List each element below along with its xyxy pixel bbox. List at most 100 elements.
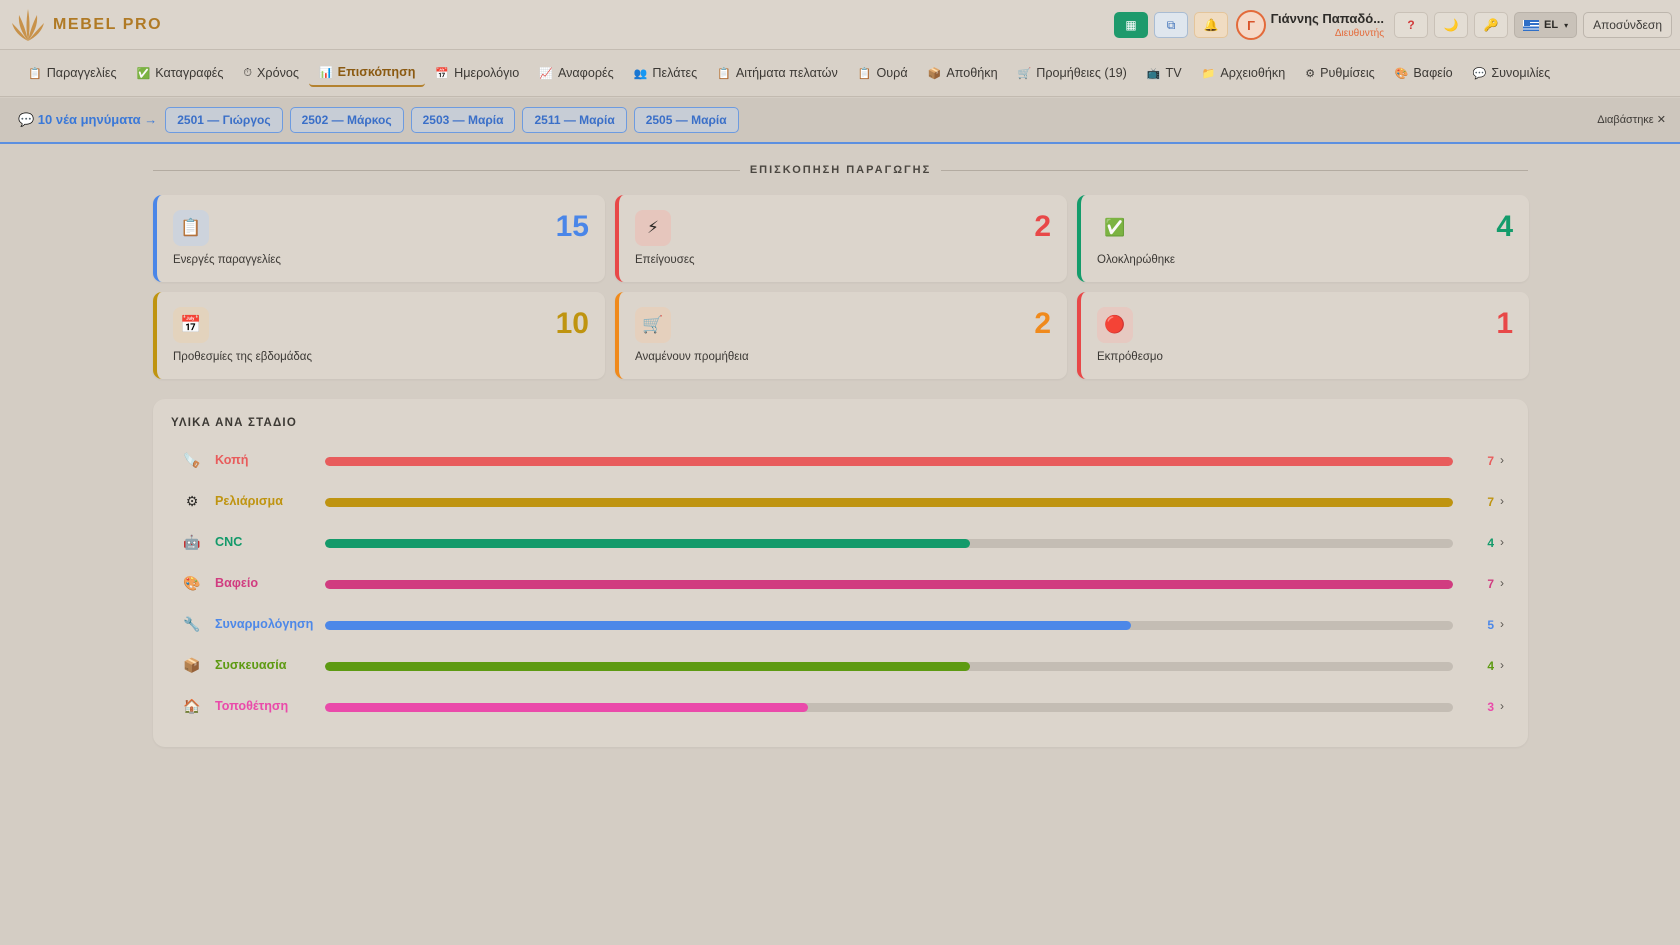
stat-cards: 📋 15 Ενεργές παραγγελίες ⚡ 2 Επείγουσες ✅ 4 Ολοκ…: [153, 195, 1529, 379]
message-chip[interactable]: 2505 — Μαρία: [633, 107, 739, 133]
stat-card-icon: 📅: [173, 307, 209, 343]
nav-item[interactable]: 📋 Αιτήματα πελατών: [707, 59, 848, 87]
stat-card-label: Εκπρόθεσμο: [1097, 351, 1163, 363]
nav-item[interactable]: 📦 Αποθήκη: [918, 59, 1008, 87]
nav-item-icon: 🎨: [1394, 67, 1409, 80]
stat-card[interactable]: 🔴 1 Εκπρόθεσμο: [1077, 292, 1529, 379]
nav-item[interactable]: 👥 Πελάτες: [624, 59, 707, 87]
nav-item[interactable]: 🎨 Βαφείο: [1385, 59, 1463, 87]
stat-card-value: 4: [1496, 210, 1513, 243]
message-chip[interactable]: 2502 — Μάρκος: [289, 107, 404, 133]
language-select[interactable]: EL ▾: [1514, 12, 1578, 38]
language-code: EL: [1544, 19, 1559, 31]
stat-card-value: 1: [1496, 307, 1513, 340]
stage-row[interactable]: 🏠 Τοποθέτηση 3 ›: [153, 697, 1528, 717]
nav-item-label: Καταγραφές: [155, 66, 224, 80]
nav-item-label: Αρχειοθήκη: [1220, 66, 1286, 80]
nav-item[interactable]: ⚙ Ρυθμίσεις: [1295, 59, 1384, 87]
stage-progress-track: [325, 580, 1453, 589]
stat-card-icon: ⚡: [635, 210, 671, 246]
stat-card-value: 10: [555, 307, 589, 340]
nav-item[interactable]: 🛒 Προμήθειες (19): [1008, 59, 1137, 87]
stage-name: Κοπή: [215, 453, 249, 467]
stage-row[interactable]: 📦 Συσκευασία 4 ›: [153, 656, 1528, 676]
chevron-right-icon[interactable]: ›: [1500, 453, 1504, 467]
nav-item-label: Βαφείο: [1413, 66, 1453, 80]
nav-item[interactable]: 📊 Επισκόπηση: [308, 59, 426, 87]
stat-card-icon: 🔴: [1097, 307, 1133, 343]
notifications-button[interactable]: 🔔: [1194, 12, 1229, 38]
stage-progress-fill: [325, 457, 1453, 466]
stage-count: 7: [1487, 495, 1494, 509]
stage-row[interactable]: 🔧 Συναρμολόγηση 5 ›: [153, 615, 1528, 635]
stage-name: Τοποθέτηση: [215, 699, 289, 713]
moon-icon: 🌙: [1443, 18, 1459, 32]
message-chip[interactable]: 2501 — Γιώργος: [165, 107, 283, 133]
chevron-right-icon[interactable]: ›: [1500, 617, 1504, 631]
stage-count: 4: [1487, 536, 1494, 550]
nav-item-label: Αιτήματα πελατών: [735, 66, 838, 80]
nav-item-icon: 📁: [1201, 67, 1216, 80]
nav-item-label: Ουρά: [876, 66, 908, 80]
new-messages-link[interactable]: 💬 10 νέα μηνύματα →: [18, 112, 157, 128]
stat-card[interactable]: 📋 15 Ενεργές παραγγελίες: [153, 195, 605, 282]
nav-item[interactable]: 📋 Παραγγελίες: [18, 59, 127, 87]
stage-progress-track: [325, 457, 1453, 466]
message-chip[interactable]: 2511 — Μαρία: [522, 107, 627, 133]
stage-progress-track: [325, 621, 1453, 630]
stage-row[interactable]: ⚙ Ρελιάρισμα 7 ›: [153, 492, 1528, 512]
stat-card[interactable]: ⚡ 2 Επείγουσες: [615, 195, 1067, 282]
chevron-right-icon[interactable]: ›: [1500, 535, 1504, 549]
messages-bar: 💬 10 νέα μηνύματα → 2501 — Γιώργος 2502 —…: [0, 98, 1680, 144]
stat-card-icon: ✅: [1097, 210, 1133, 246]
shortcut-green-button[interactable]: ▦: [1114, 12, 1149, 38]
nav-item-icon: 🛒: [1017, 67, 1032, 80]
nav-item[interactable]: 📈 Αναφορές: [529, 59, 623, 87]
nav-item-icon: 📈: [539, 67, 553, 80]
nav-item-label: TV: [1165, 66, 1182, 80]
stat-card[interactable]: 📅 10 Προθεσμίες της εβδομάδας: [153, 292, 605, 379]
chevron-right-icon[interactable]: ›: [1500, 494, 1504, 508]
stage-row[interactable]: 🪚 Κοπή 7 ›: [153, 451, 1528, 471]
nav-item[interactable]: ⏱ Χρόνος: [233, 59, 309, 87]
nav-item[interactable]: ✅ Καταγραφές: [127, 59, 234, 87]
stat-card[interactable]: 🛒 2 Αναμένουν προμήθεια: [615, 292, 1067, 379]
stat-card[interactable]: ✅ 4 Ολοκληρώθηκε: [1077, 195, 1529, 282]
stage-progress-fill: [325, 662, 970, 671]
nav-item[interactable]: 📋 Ουρά: [848, 59, 918, 87]
stage-progress-track: [325, 703, 1453, 712]
avatar[interactable]: Γ: [1236, 10, 1267, 40]
mark-read-button[interactable]: Διαβάστηκε ✕: [1597, 113, 1666, 126]
stage-row[interactable]: 🤖 CNC 4 ›: [153, 533, 1528, 553]
nav-item[interactable]: 📅 Ημερολόγιο: [425, 59, 529, 87]
nav-item[interactable]: 📁 Αρχειοθήκη: [1192, 59, 1296, 87]
nav-item[interactable]: 📺 TV: [1137, 59, 1192, 87]
nav-item-icon: 👥: [633, 67, 648, 80]
shortcut-blue-button[interactable]: ⧉: [1154, 12, 1189, 38]
nav-item-icon: 📊: [318, 66, 333, 79]
nav-item-label: Αναφορές: [557, 66, 614, 80]
nav-item-label: Αποθήκη: [946, 66, 998, 80]
stage-count: 4: [1487, 659, 1494, 673]
theme-toggle-button[interactable]: 🌙: [1434, 12, 1469, 38]
stat-card-value: 15: [555, 210, 589, 243]
logout-button[interactable]: Αποσύνδεση: [1583, 12, 1672, 38]
stages-panel: ΥΛΙΚΑ ΑΝΑ ΣΤΑΔΙΟ 🪚 Κοπή 7 › ⚙ Ρελιάρισμα 7 › 🤖 CN…: [153, 399, 1528, 747]
brand-logo[interactable]: MEBEL PRO: [10, 7, 162, 43]
chevron-right-icon[interactable]: ›: [1500, 699, 1504, 713]
stage-icon: 🎨: [183, 575, 201, 591]
nav-item-label: Παραγγελίες: [46, 66, 117, 80]
stage-row[interactable]: 🎨 Βαφείο 7 ›: [153, 574, 1528, 594]
brand-name: MEBEL PRO: [53, 15, 163, 33]
tools-button[interactable]: 🔑: [1474, 12, 1509, 38]
chevron-right-icon[interactable]: ›: [1500, 576, 1504, 590]
message-chip[interactable]: 2503 — Μαρία: [410, 107, 516, 133]
window-icon: ⧉: [1166, 17, 1176, 32]
nav-item[interactable]: 💬 Συνομιλίες: [1463, 59, 1561, 87]
user-info[interactable]: Γιάννης Παπαδό... Διευθυντής: [1270, 11, 1385, 39]
stat-card-label: Προθεσμίες της εβδομάδας: [173, 351, 312, 363]
nav-item-label: Ημερολόγιο: [454, 66, 520, 80]
help-button[interactable]: ?: [1394, 12, 1429, 38]
user-name: Γιάννης Παπαδό...: [1270, 11, 1385, 26]
chevron-right-icon[interactable]: ›: [1500, 658, 1504, 672]
